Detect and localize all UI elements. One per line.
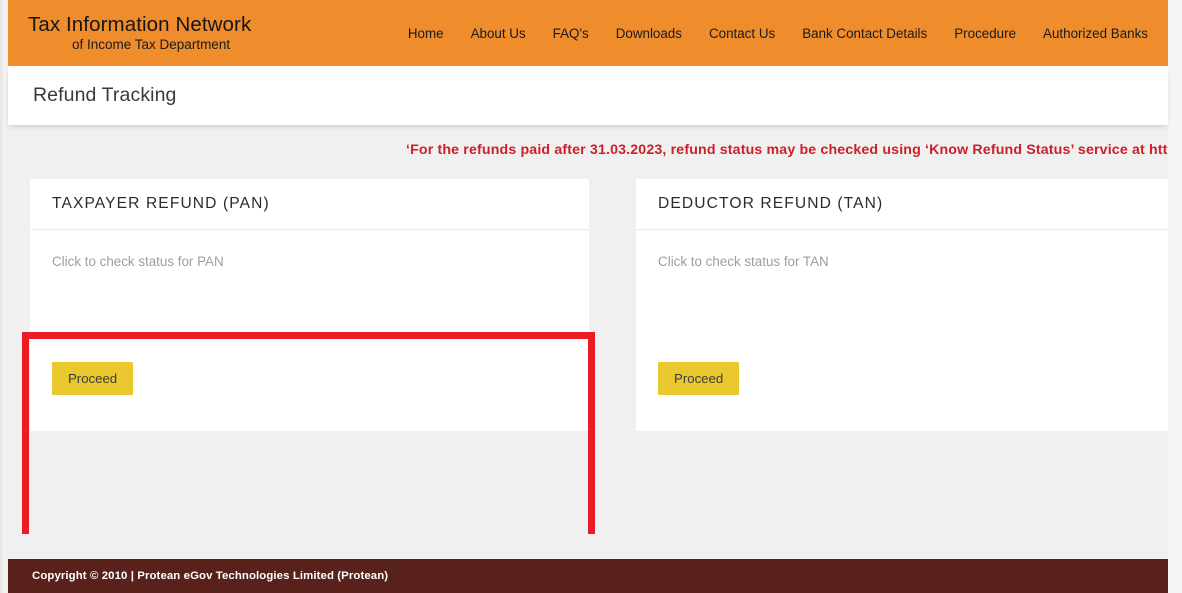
page-title-bar: Refund Tracking: [8, 66, 1168, 125]
proceed-button-tan[interactable]: Proceed: [658, 362, 740, 395]
brand-title: Tax Information Network: [28, 13, 252, 37]
notice-marquee: ‘For the refunds paid after 31.03.2023, …: [8, 125, 1168, 179]
card-title-pan: TAXPAYER REFUND (PAN): [52, 195, 270, 212]
nav-item-authorized-banks[interactable]: Authorized Banks: [1043, 26, 1148, 41]
nav-item-procedure[interactable]: Procedure: [954, 26, 1016, 41]
card-hint-tan: Click to check status for TAN: [658, 254, 829, 269]
proceed-button-pan[interactable]: Proceed: [52, 362, 134, 395]
main-content: ‘For the refunds paid after 31.03.2023, …: [8, 125, 1168, 534]
brand-subtitle: of Income Tax Department: [72, 36, 231, 52]
page-canvas: Tax Information Network of Income Tax De…: [8, 0, 1168, 593]
footer-copyright: Copyright © 2010 | Protean eGov Technolo…: [32, 570, 389, 582]
nav-item-faqs[interactable]: FAQ's: [553, 26, 589, 41]
card-body-tan: Click to check status for TAN Proceed: [636, 230, 1168, 430]
main-navigation: Home About Us FAQ's Downloads Contact Us…: [408, 26, 1156, 41]
site-footer: Copyright © 2010 | Protean eGov Technolo…: [8, 559, 1168, 593]
card-title-tan: DEDUCTOR REFUND (TAN): [658, 195, 884, 212]
browser-viewport: Tax Information Network of Income Tax De…: [0, 0, 1182, 593]
nav-item-bank-contact-details[interactable]: Bank Contact Details: [802, 26, 927, 41]
refund-notice-text: ‘For the refunds paid after 31.03.2023, …: [406, 142, 1168, 158]
nav-item-home[interactable]: Home: [408, 26, 444, 41]
site-header: Tax Information Network of Income Tax De…: [8, 0, 1168, 66]
page-title: Refund Tracking: [33, 84, 177, 106]
card-deductor-refund-tan[interactable]: DEDUCTOR REFUND (TAN) Click to check sta…: [636, 179, 1168, 431]
left-gutter: [0, 0, 8, 593]
nav-item-contact-us[interactable]: Contact Us: [709, 26, 775, 41]
card-slot-tan: DEDUCTOR REFUND (TAN) Click to check sta…: [636, 179, 1168, 431]
card-hint-pan: Click to check status for PAN: [52, 254, 224, 269]
refund-card-group: TAXPAYER REFUND (PAN) Click to check sta…: [8, 179, 1168, 431]
site-branding: Tax Information Network of Income Tax De…: [18, 14, 251, 52]
card-taxpayer-refund-pan[interactable]: TAXPAYER REFUND (PAN) Click to check sta…: [30, 179, 590, 431]
nav-item-downloads[interactable]: Downloads: [616, 26, 682, 41]
nav-item-about-us[interactable]: About Us: [471, 26, 526, 41]
card-header-tan: DEDUCTOR REFUND (TAN): [636, 179, 1168, 230]
card-header-pan: TAXPAYER REFUND (PAN): [30, 179, 590, 230]
card-body-pan: Click to check status for PAN Proceed: [30, 230, 589, 430]
card-slot-pan: TAXPAYER REFUND (PAN) Click to check sta…: [30, 179, 590, 431]
